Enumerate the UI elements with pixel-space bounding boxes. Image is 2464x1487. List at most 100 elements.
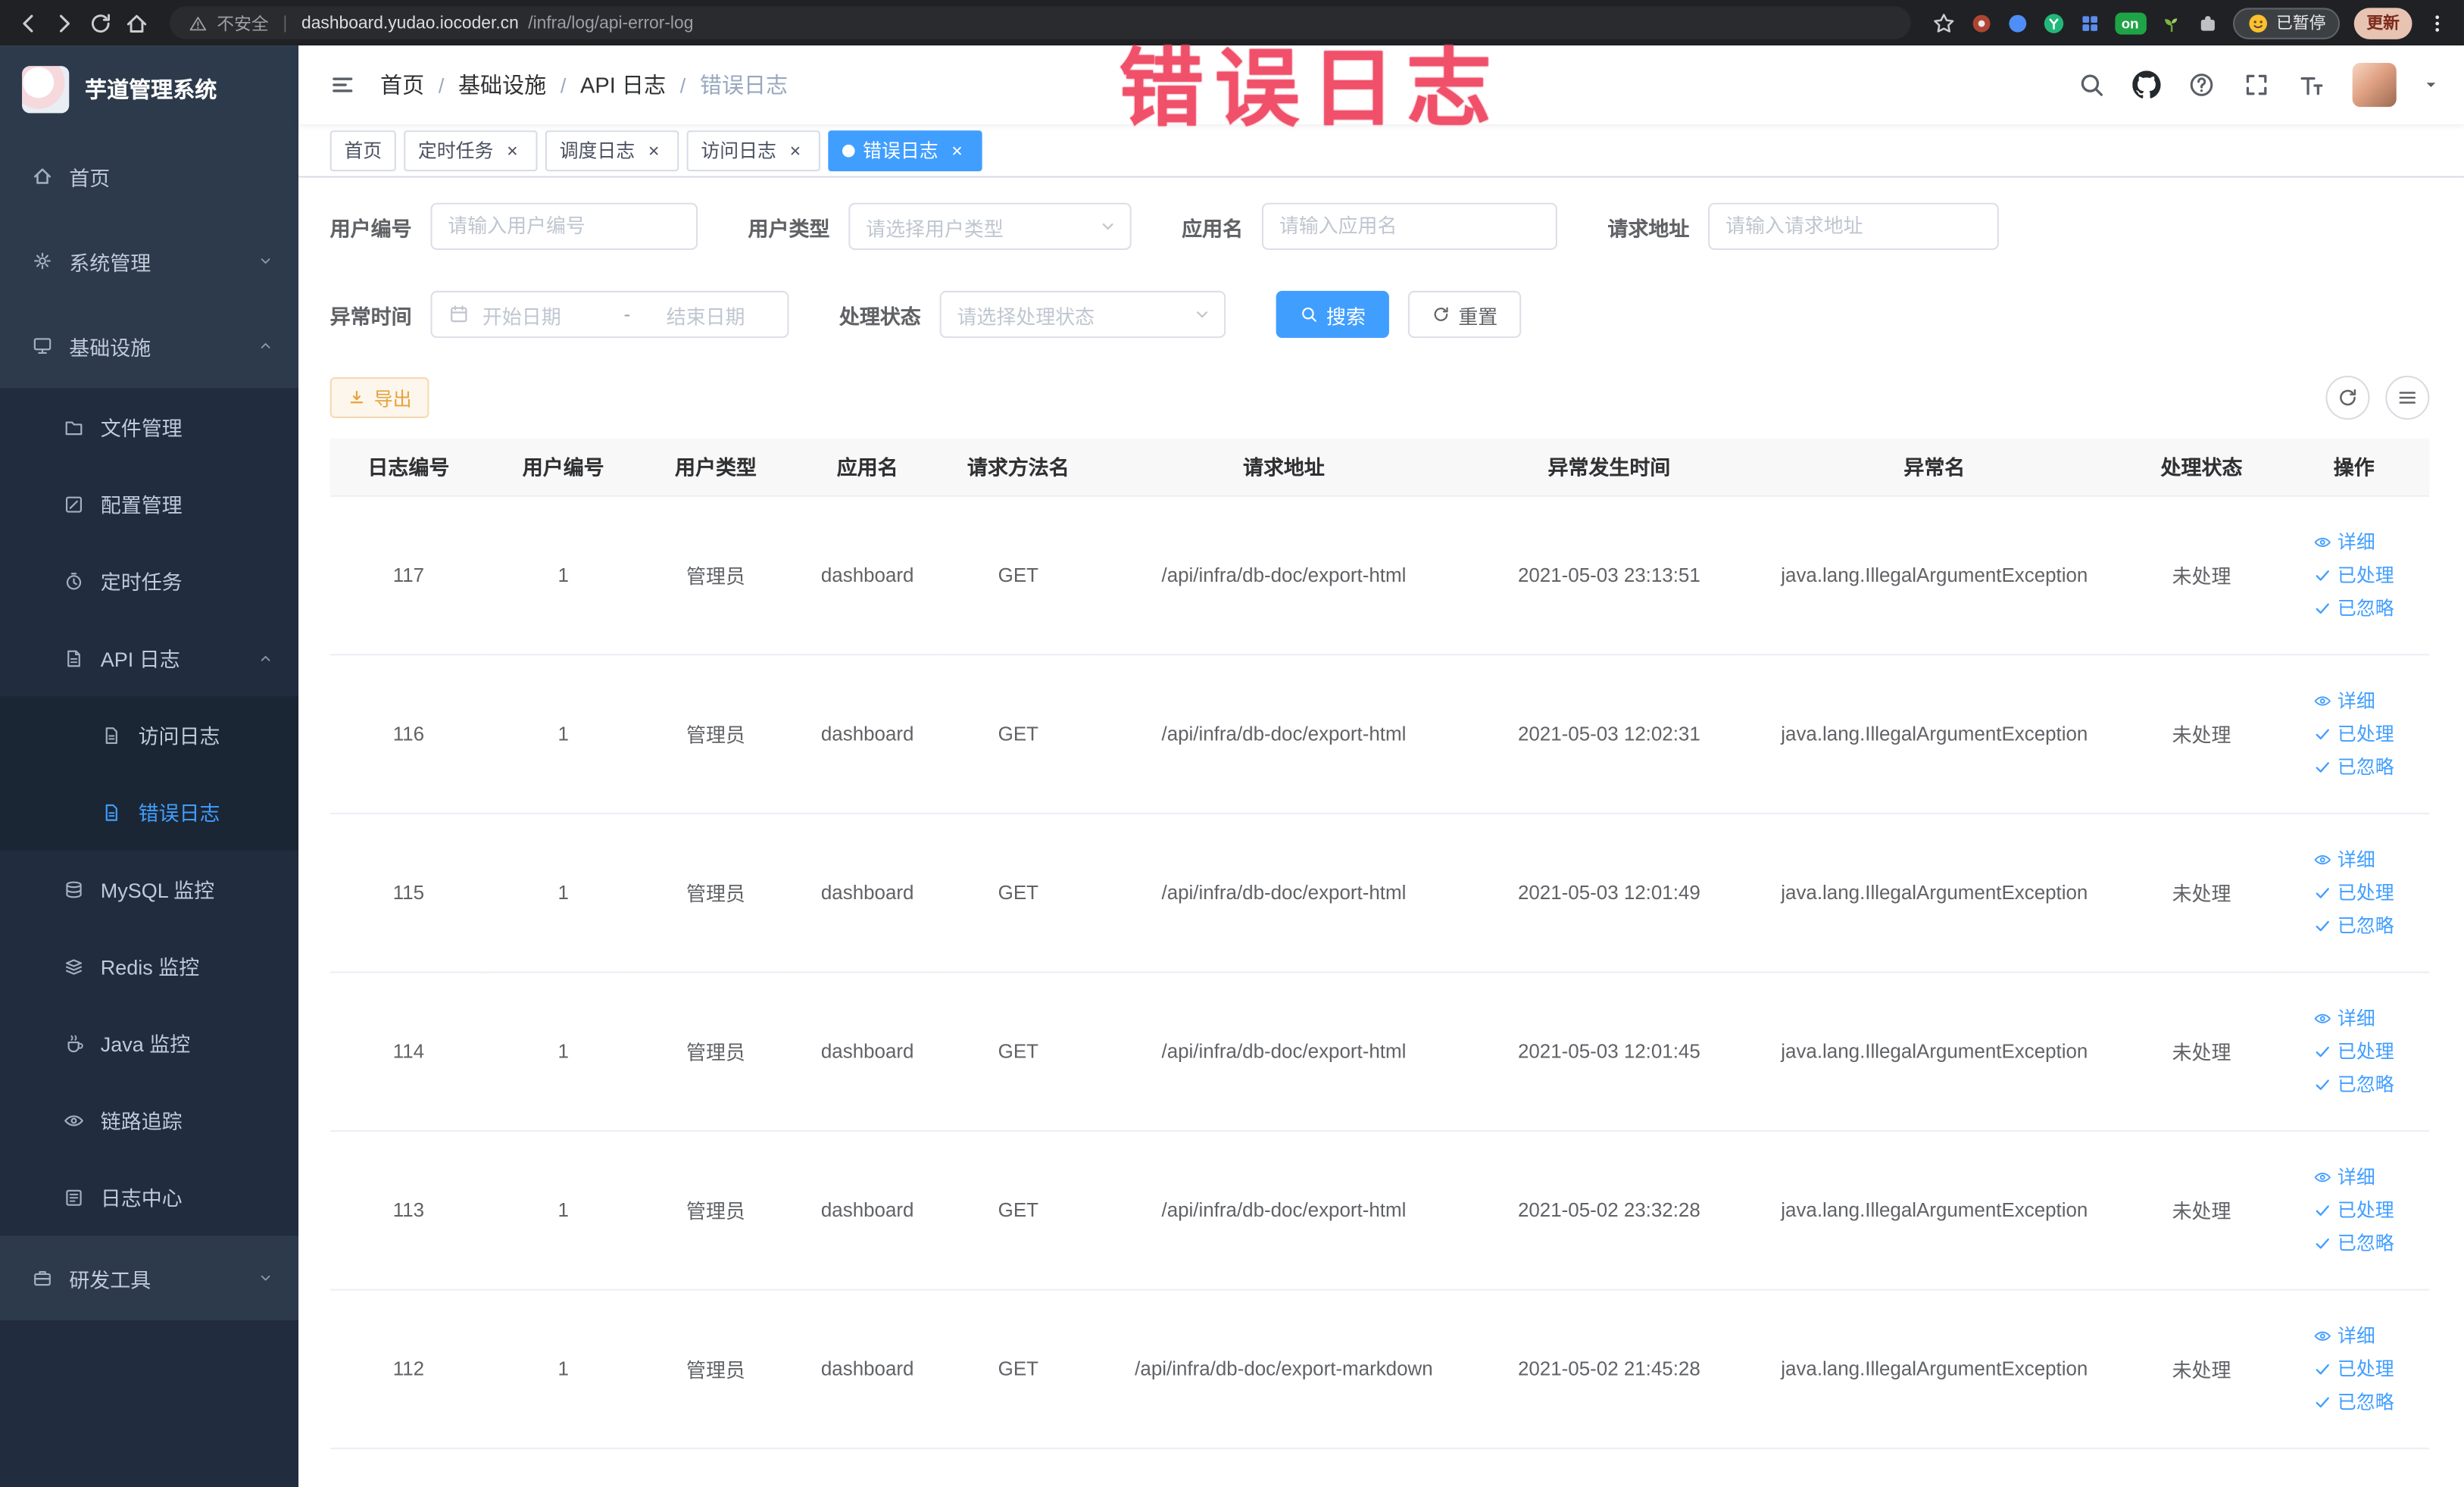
close-icon[interactable]: × (946, 139, 968, 161)
action-processed-link[interactable]: 已处理 (2314, 720, 2394, 746)
action-detail-link[interactable]: 详细 (2314, 687, 2375, 714)
breadcrumb-item[interactable]: 基础设施 (458, 69, 546, 101)
sidebar-item-error-log[interactable]: 错误日志 (0, 773, 299, 851)
sidebar-item-infrastructure[interactable]: 基础设施 (0, 303, 299, 389)
calendar-icon (448, 303, 470, 325)
browser-menu-kebab-icon[interactable] (2426, 12, 2448, 34)
action-detail-link[interactable]: 详细 (2314, 845, 2375, 872)
sidebar-item-dev-tools[interactable]: 研发工具 (0, 1236, 299, 1321)
sidebar-logo[interactable]: 芋道管理系统 (0, 45, 299, 134)
extension-sprout-icon[interactable] (2160, 12, 2182, 34)
hamburger-icon[interactable] (330, 72, 355, 97)
extension-grid-icon[interactable] (2078, 12, 2100, 34)
export-button[interactable]: 导出 (329, 377, 429, 418)
sidebar-item-mysql-monitor[interactable]: MySQL 监控 (0, 851, 298, 928)
paused-chip[interactable]: 已暂停 (2231, 7, 2341, 39)
breadcrumb-item[interactable]: 首页 (380, 69, 424, 101)
bookmark-star-icon[interactable] (1931, 10, 1956, 35)
update-chip[interactable]: 更新 (2353, 7, 2412, 39)
cell-status: 未处理 (2124, 971, 2279, 1132)
cell-exception: java.lang.IllegalArgumentException (1744, 495, 2125, 655)
action-detail-link[interactable]: 详细 (2314, 1004, 2375, 1031)
table-row: 112 1 管理员 dashboard GET/api/infra/db-doc/exp… (329, 1289, 2430, 1449)
close-icon[interactable]: × (784, 139, 806, 161)
sidebar-item-java-monitor[interactable]: Java 监控 (0, 1004, 298, 1082)
app-name-input[interactable] (1262, 202, 1558, 250)
reset-button[interactable]: 重置 (1407, 290, 1522, 339)
font-size-icon[interactable] (2297, 70, 2325, 98)
user-type-select[interactable]: 请选择用户类型 (848, 202, 1132, 250)
extension-green-icon[interactable] (2042, 12, 2064, 34)
cell-actions: 详细 已处理 已忽略 (2278, 654, 2430, 814)
action-ignored-link[interactable]: 已忽略 (2314, 1388, 2394, 1414)
cell-status: 未处理 (2124, 812, 2279, 973)
url-bar[interactable]: 不安全 | dashboard.yudao.iocoder.cn/infra/l… (170, 6, 1910, 39)
extensions-puzzle-icon[interactable] (2196, 12, 2218, 34)
sidebar-item-config-mgmt[interactable]: 配置管理 (0, 465, 298, 542)
caret-down-icon[interactable] (2423, 77, 2439, 93)
filter-label: 处理状态 (839, 304, 921, 328)
action-detail-link[interactable]: 详细 (2314, 528, 2375, 555)
exception-time-range-picker[interactable]: 开始日期 - 结束日期 (430, 290, 789, 339)
fullscreen-icon[interactable] (2242, 70, 2270, 98)
browser-home-icon[interactable] (124, 10, 149, 35)
extension-red-icon[interactable] (1970, 12, 1992, 34)
action-processed-link[interactable]: 已处理 (2314, 1038, 2394, 1064)
filter-user-type: 用户类型 请选择用户类型 (748, 202, 1132, 250)
github-icon[interactable] (2132, 70, 2161, 98)
sidebar-item-file-mgmt[interactable]: 文件管理 (0, 389, 298, 466)
tab-home[interactable]: 首页 (329, 130, 396, 171)
action-detail-link[interactable]: 详细 (2314, 1322, 2375, 1348)
filter-row-1: 用户编号 用户类型 请选择用户类型 应用名 (330, 202, 2430, 250)
sidebar-item-scheduled-tasks[interactable]: 定时任务 (0, 542, 298, 620)
refresh-button[interactable] (2325, 375, 2370, 420)
action-ignored-link[interactable]: 已忽略 (2314, 753, 2394, 779)
tab-scheduled-tasks[interactable]: 定时任务 × (404, 130, 538, 171)
action-detail-link[interactable]: 详细 (2314, 1164, 2375, 1190)
user-avatar[interactable] (2352, 63, 2397, 108)
action-processed-link[interactable]: 已处理 (2314, 561, 2394, 588)
action-processed-link[interactable]: 已处理 (2314, 1196, 2394, 1223)
user-id-input[interactable] (430, 202, 698, 250)
sidebar-item-log-center[interactable]: 日志中心 (0, 1158, 298, 1236)
tab-schedule-log[interactable]: 调度日志 × (545, 130, 679, 171)
sidebar-item-access-log[interactable]: 访问日志 (0, 696, 299, 773)
action-processed-link[interactable]: 已处理 (2314, 879, 2394, 905)
sidebar-item-label: 基础设施 (69, 336, 151, 360)
browser-back-icon[interactable] (16, 10, 41, 35)
action-processed-link[interactable]: 已处理 (2314, 1355, 2394, 1382)
close-icon[interactable]: × (501, 139, 523, 161)
request-url-input[interactable] (1708, 202, 2000, 250)
browser-reload-icon[interactable] (88, 10, 113, 35)
sidebar-item-label: 错误日志 (138, 801, 220, 826)
config-icon (63, 493, 85, 515)
sidebar-item-home[interactable]: 首页 (0, 133, 299, 219)
smiley-extension-icon (2247, 12, 2269, 34)
sidebar-item-system-mgmt[interactable]: 系统管理 (0, 218, 299, 304)
tab-access-log[interactable]: 访问日志 × (686, 130, 821, 171)
help-icon[interactable] (2188, 70, 2216, 98)
sidebar-item-redis-monitor[interactable]: Redis 监控 (0, 927, 298, 1004)
cell-user_id: 1 (487, 654, 640, 814)
tab-error-log[interactable]: 错误日志 × (828, 130, 982, 171)
sidebar-item-api-log[interactable]: API 日志 (0, 620, 298, 697)
process-status-select[interactable]: 请选择处理状态 (939, 290, 1226, 339)
sidebar-item-trace[interactable]: 链路追踪 (0, 1082, 298, 1159)
check-icon (2314, 1233, 2333, 1252)
extension-blue-icon[interactable] (2006, 12, 2028, 34)
action-ignored-link[interactable]: 已忽略 (2314, 1070, 2394, 1097)
column-settings-button[interactable] (2385, 375, 2430, 420)
browser-forward-icon[interactable] (52, 10, 77, 35)
header-search-icon[interactable] (2078, 70, 2106, 98)
column-header: 用户类型 (639, 438, 792, 496)
search-button[interactable]: 搜索 (1276, 290, 1390, 339)
action-ignored-link[interactable]: 已忽略 (2314, 1229, 2394, 1256)
cell-method: GET (942, 495, 1094, 655)
action-ignored-link[interactable]: 已忽略 (2314, 594, 2394, 620)
breadcrumb-item[interactable]: API 日志 (580, 69, 666, 101)
action-ignored-link[interactable]: 已忽略 (2314, 912, 2394, 939)
extension-on-badge[interactable]: on (2114, 11, 2146, 34)
cell-app_name: dashboard (792, 654, 943, 814)
close-icon[interactable]: × (643, 139, 665, 161)
cell-method: GET (942, 1129, 1094, 1290)
